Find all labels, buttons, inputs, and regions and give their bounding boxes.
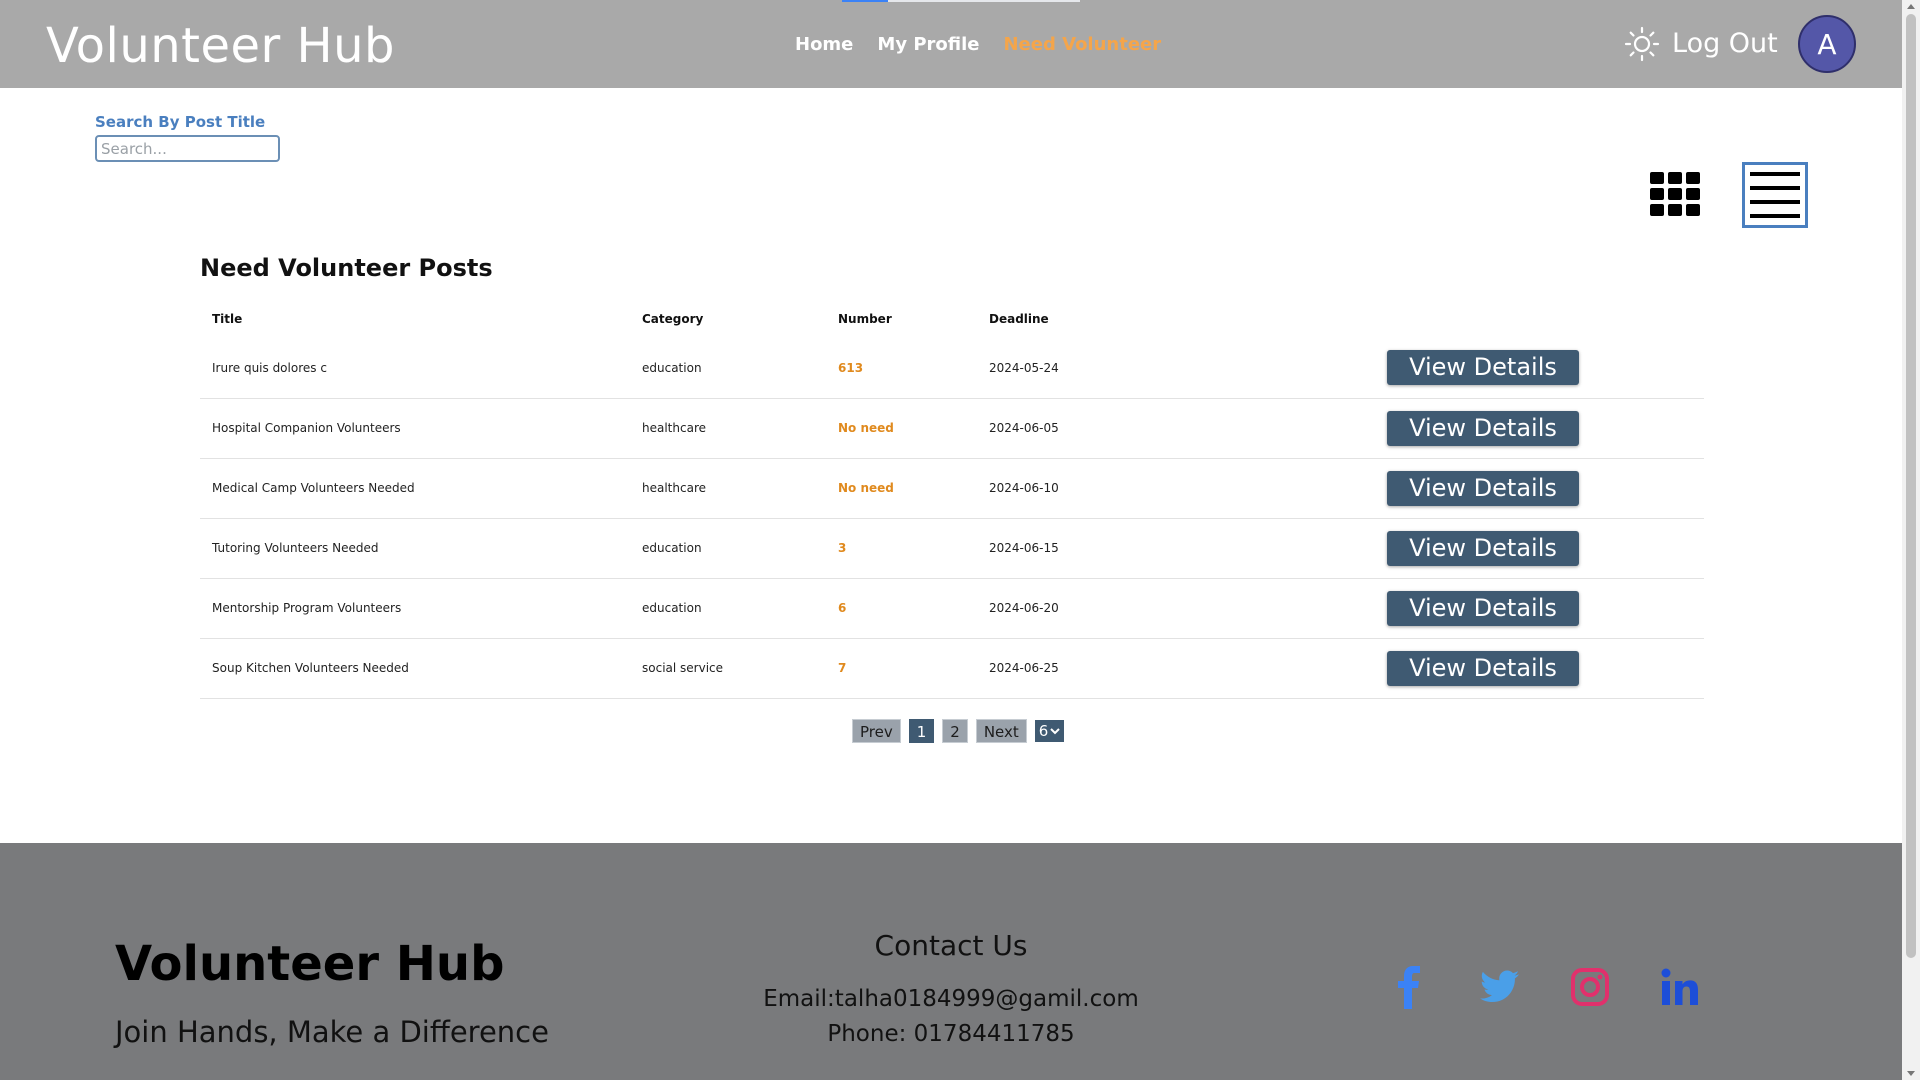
view-details-button[interactable]: View Details [1387,650,1579,686]
post-category: social service [630,638,826,699]
list-icon[interactable] [1742,162,1808,228]
post-deadline: 2024-06-25 [977,638,1375,699]
post-category: healthcare [630,458,826,519]
footer: Volunteer Hub Join Hands, Make a Differe… [0,843,1902,1080]
contact-title: Contact Us [874,929,1028,962]
post-action-cell: View Details [1375,578,1704,639]
post-action-cell: View Details [1375,518,1704,579]
avatar[interactable]: A [1798,15,1856,73]
table-row: Mentorship Program Volunteers education … [200,578,1704,639]
scrollbar-thumb[interactable] [1906,14,1916,958]
table-row: Medical Camp Volunteers Needed healthcar… [200,458,1704,519]
post-category: healthcare [630,398,826,459]
pagination: Prev 1 2 Next 6 [852,719,1065,743]
nav-indicator-track [888,0,1080,2]
social-links [1390,965,1700,1009]
table-row: Soup Kitchen Volunteers Needed social se… [200,638,1704,699]
brand-logo-text[interactable]: Volunteer Hub [46,18,395,74]
post-number: 7 [826,638,977,699]
contact-phone: Phone: 01784411785 [827,1021,1075,1047]
post-action-cell: View Details [1375,398,1704,459]
scroll-up-arrow[interactable] [1907,4,1915,9]
table-row: Irure quis dolores c education 613 2024-… [200,338,1704,399]
post-number: No need [826,398,977,459]
post-number: 3 [826,518,977,579]
post-deadline: 2024-05-24 [977,338,1375,399]
post-category: education [630,518,826,579]
post-deadline: 2024-06-05 [977,398,1375,459]
view-details-button[interactable]: View Details [1387,590,1579,626]
table-row: Tutoring Volunteers Needed education 3 2… [200,518,1704,579]
post-category: education [630,338,826,399]
view-details-button[interactable]: View Details [1387,530,1579,566]
footer-brand: Volunteer Hub [115,936,505,992]
post-deadline: 2024-06-10 [977,458,1375,519]
post-title: Irure quis dolores c [200,338,630,399]
footer-tagline: Join Hands, Make a Difference [115,1015,549,1049]
post-number: 6 [826,578,977,639]
search-input[interactable] [95,135,280,162]
next-page-button[interactable]: Next [975,719,1027,743]
page-button-2[interactable]: 2 [942,719,968,743]
column-header-category: Category [642,312,704,326]
post-title: Soup Kitchen Volunteers Needed [200,638,630,699]
post-number: 613 [826,338,977,399]
table-header-row: Title Category Number Deadline [200,300,1704,338]
table-row: Hospital Companion Volunteers healthcare… [200,398,1704,459]
post-deadline: 2024-06-15 [977,518,1375,579]
page-button-1[interactable]: 1 [908,719,935,743]
logout-button[interactable]: Log Out [1672,28,1778,59]
post-number: No need [826,458,977,519]
nav-indicator [842,0,888,2]
nav-link-need-volunteer[interactable]: Need Volunteer [1003,34,1161,55]
grid-icon[interactable] [1648,170,1700,218]
view-details-button[interactable]: View Details [1387,410,1579,446]
facebook-icon[interactable] [1390,965,1430,1009]
scroll-down-arrow[interactable] [1907,1071,1915,1076]
page-title: Need Volunteer Posts [200,254,493,282]
view-details-button[interactable]: View Details [1387,470,1579,506]
twitter-icon[interactable] [1480,965,1520,1009]
post-title: Tutoring Volunteers Needed [200,518,630,579]
post-action-cell: View Details [1375,458,1704,519]
sun-icon[interactable] [1624,26,1660,62]
post-category: education [630,578,826,639]
footer-contact: Contact Us Email:talha0184999@gamil.com … [751,929,1151,1052]
column-header-action [1375,300,1704,338]
linkedin-icon[interactable] [1660,965,1700,1009]
per-page-select[interactable]: 6 [1034,720,1065,742]
post-deadline: 2024-06-20 [977,578,1375,639]
search-label: Search By Post Title [95,113,266,131]
page-scrollbar[interactable] [1902,0,1920,1080]
nav-link-home[interactable]: Home [795,34,853,55]
posts-table: Title Category Number Deadline Irure qui… [200,300,1704,699]
post-title: Hospital Companion Volunteers [200,398,630,459]
nav-link-my-profile[interactable]: My Profile [877,34,979,55]
contact-email: Email:talha0184999@gamil.com [763,986,1139,1012]
column-header-title: Title [212,312,243,326]
prev-page-button[interactable]: Prev [852,719,901,743]
instagram-icon[interactable] [1570,965,1610,1009]
main-nav: Home My Profile Need Volunteer [795,34,1161,55]
top-navbar: Volunteer Hub Home My Profile Need Volun… [0,0,1902,88]
post-title: Mentorship Program Volunteers [200,578,630,639]
view-details-button[interactable]: View Details [1387,350,1579,386]
per-page-value: 6 [1038,722,1049,740]
post-title: Medical Camp Volunteers Needed [200,458,630,519]
column-header-deadline: Deadline [989,312,1049,326]
post-action-cell: View Details [1375,338,1704,399]
post-action-cell: View Details [1375,638,1704,699]
chevron-down-icon [1050,728,1061,735]
column-header-number: Number [838,312,892,326]
